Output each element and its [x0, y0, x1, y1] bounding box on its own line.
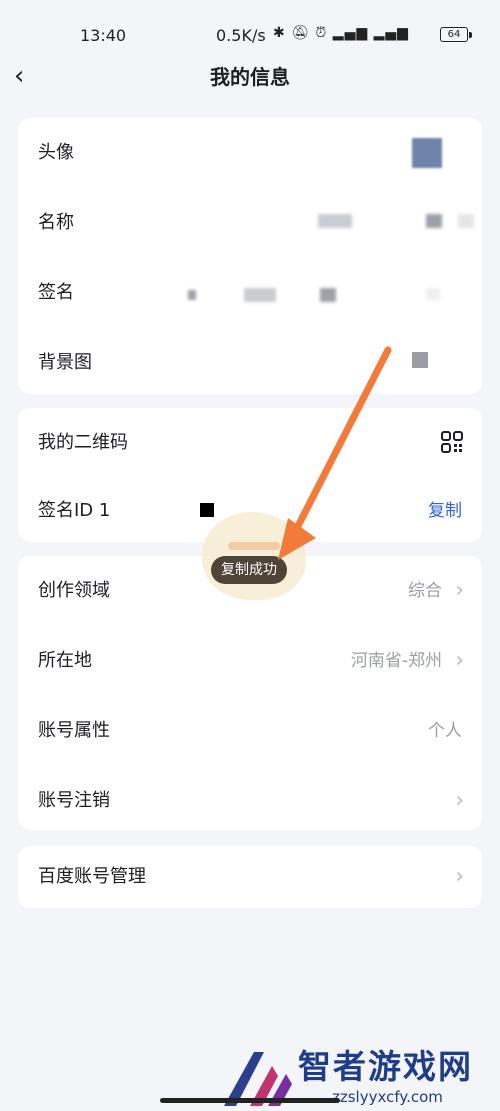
mute-icon: 🔕︎ [291, 25, 310, 41]
alarm-icon: ⏰︎ [315, 25, 328, 41]
copy-button[interactable]: 复制 [428, 476, 462, 546]
page-title: 我的信息 [210, 65, 290, 89]
signature-row[interactable]: 签名 [18, 258, 482, 328]
network-speed: 0.5K/s [216, 26, 266, 45]
location-label: 所在地 [38, 650, 92, 671]
background-image-row[interactable]: 背景图 [18, 328, 482, 398]
signal-4g-icon: ▂▄▆ [332, 25, 369, 41]
avatar [412, 138, 442, 168]
bluetooth-icon: ✱ [273, 25, 286, 41]
account-deactivate-row[interactable]: 账号注销 › [18, 766, 482, 836]
name-row[interactable]: 名称 [18, 188, 482, 258]
baidu-account-row[interactable]: 百度账号管理 › [18, 842, 482, 912]
creation-field-label: 创作领域 [38, 580, 110, 601]
name-value-redacted [426, 214, 442, 228]
background-label: 背景图 [38, 352, 92, 373]
baidu-account-card: 百度账号管理 › [18, 846, 482, 908]
baidu-account-label: 百度账号管理 [38, 866, 146, 887]
signature-value-redacted [244, 288, 276, 302]
qr-code-row[interactable]: 我的二维码 [18, 408, 482, 478]
watermark-title: 智者游戏网 [298, 1047, 473, 1086]
status-time: 13:40 [80, 26, 127, 45]
account-type-row: 账号属性 个人 [18, 696, 482, 766]
watermark-url: zzslyyxcfy.com [332, 1088, 443, 1106]
nav-bar: ‹ 我的信息 [0, 58, 500, 98]
chevron-right-icon: › [455, 578, 464, 603]
location-row[interactable]: 所在地 河南省-郑州 › [18, 626, 482, 696]
status-icons: ✱ 🔕︎ ⏰︎ ▂▄▆ ▂▄▆ [273, 25, 409, 41]
signature-value-redacted [426, 288, 440, 300]
profile-card: 头像 名称 签名 背景图 [18, 118, 482, 394]
copy-success-toast: 复制成功 [211, 556, 287, 584]
chevron-right-icon: › [455, 648, 464, 673]
background-thumbnail [412, 352, 428, 368]
chevron-right-icon: › [455, 864, 464, 889]
creation-field-value: 综合 [408, 581, 442, 601]
name-value-redacted [318, 214, 352, 228]
qr-code-label: 我的二维码 [38, 432, 128, 453]
qr-code-icon[interactable] [440, 430, 464, 454]
signature-id-value-redacted [200, 503, 214, 517]
name-value-redacted [458, 214, 474, 228]
battery-icon: 64 [440, 27, 472, 42]
home-indicator[interactable] [160, 1098, 340, 1103]
account-type-label: 账号属性 [38, 720, 110, 741]
signature-id-label: 签名ID 1 [38, 500, 111, 521]
signal-5g-icon: ▂▄▆ [373, 25, 409, 41]
chevron-right-icon: › [455, 788, 464, 813]
signature-value-redacted [320, 288, 336, 302]
name-label: 名称 [38, 212, 74, 233]
avatar-row[interactable]: 头像 [18, 118, 482, 188]
account-deactivate-label: 账号注销 [38, 790, 110, 811]
signature-value-redacted [188, 290, 196, 300]
location-value: 河南省-郑州 [350, 651, 442, 671]
account-type-value: 个人 [428, 721, 462, 741]
avatar-label: 头像 [38, 142, 74, 163]
signature-label: 签名 [38, 282, 74, 303]
